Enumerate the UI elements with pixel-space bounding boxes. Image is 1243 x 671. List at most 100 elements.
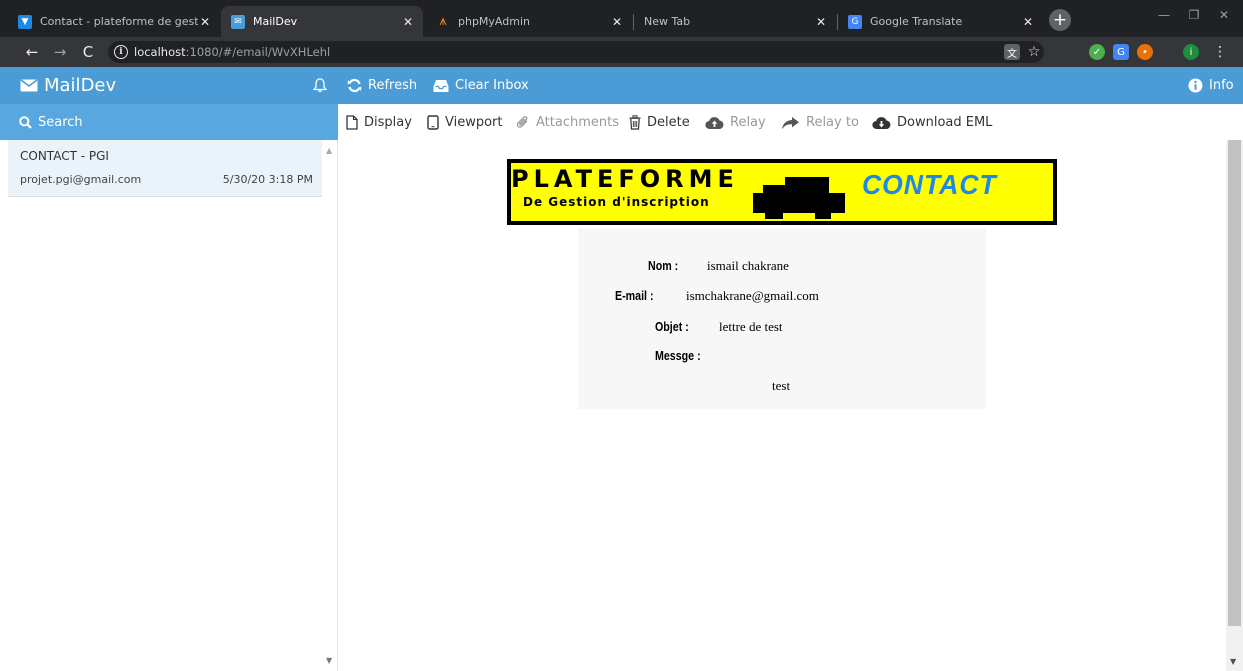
profile-avatar[interactable]: i: [1183, 44, 1199, 60]
banner-title: PLATEFORME: [511, 165, 739, 193]
nom-label: Nom :: [648, 258, 679, 273]
relay-label: Relay: [730, 115, 766, 130]
new-tab-button[interactable]: +: [1049, 9, 1071, 31]
maildev-envelope-icon: ✉: [231, 14, 245, 29]
display-button[interactable]: Display: [346, 115, 412, 130]
attachments-button[interactable]: Attachments: [516, 115, 619, 130]
brand-label: MailDev: [44, 75, 117, 96]
banner-subtitle: De Gestion d'inscription: [523, 195, 710, 209]
file-icon: [346, 115, 358, 130]
viewport-button[interactable]: Viewport: [427, 115, 503, 130]
shield-extension-icon[interactable]: ✓: [1089, 44, 1105, 60]
email-subject: CONTACT - PGI: [20, 149, 109, 163]
extension-icon[interactable]: •: [1137, 44, 1153, 60]
reload-icon[interactable]: C: [78, 42, 98, 62]
search-bar[interactable]: Search: [0, 104, 338, 140]
menu-kebab-icon[interactable]: ⋮: [1212, 44, 1228, 60]
relay-to-button[interactable]: Relay to: [781, 115, 859, 130]
window-close-icon[interactable]: ✕: [1210, 4, 1238, 26]
close-icon[interactable]: ✕: [198, 15, 212, 29]
relay-to-label: Relay to: [806, 115, 859, 130]
email-date: 5/30/20 3:18 PM: [222, 173, 313, 186]
share-arrow-icon: [782, 116, 799, 129]
info-icon: [1188, 78, 1203, 93]
url-path: :1080/#/email/WvXHLehl: [185, 45, 331, 59]
inbox-icon: [433, 79, 449, 92]
maildev-brand[interactable]: MailDev: [20, 75, 116, 96]
banner-contact: CONTACT: [862, 169, 997, 200]
address-bar[interactable]: i localhost:1080/#/email/WvXHLehl 文 ☆: [108, 41, 1044, 63]
objet-label: Objet :: [655, 319, 689, 334]
vertical-scrollbar[interactable]: ▼: [1226, 140, 1243, 671]
minimize-icon[interactable]: —: [1150, 4, 1178, 26]
redacted-logo-image: [753, 177, 845, 219]
email-label: E-mail :: [615, 288, 654, 303]
tablet-icon: [427, 115, 439, 130]
paperclip-icon: [516, 116, 528, 128]
cloud-upload-icon: [705, 116, 724, 129]
trash-icon: [629, 115, 641, 130]
restore-icon[interactable]: ❐: [1180, 4, 1208, 26]
attachments-label: Attachments: [536, 115, 619, 130]
clear-inbox-button[interactable]: Clear Inbox: [433, 78, 529, 93]
display-label: Display: [364, 115, 412, 130]
search-label: Search: [38, 114, 83, 130]
refresh-button[interactable]: Refresh: [347, 78, 417, 93]
scrollbar-thumb[interactable]: [1228, 140, 1241, 626]
close-icon[interactable]: ✕: [814, 15, 828, 29]
info-button[interactable]: Info: [1188, 78, 1234, 93]
scroll-down-arrow-icon[interactable]: ▼: [326, 656, 332, 665]
download-eml-label: Download EML: [897, 115, 993, 130]
email-list-item[interactable]: CONTACT - PGI projet.pgi@gmail.com 5/30/…: [8, 140, 322, 197]
envelope-icon: [20, 79, 38, 92]
scroll-down-arrow-icon[interactable]: ▼: [1230, 657, 1236, 666]
scroll-up-arrow-icon[interactable]: ▲: [326, 146, 332, 155]
site-info-icon[interactable]: i: [114, 45, 128, 59]
close-icon[interactable]: ✕: [401, 15, 415, 29]
google-translate-extension-icon[interactable]: G: [1113, 44, 1129, 60]
google-translate-icon: G: [848, 14, 862, 29]
refresh-label: Refresh: [368, 78, 418, 93]
plateforme-icon: ▼: [18, 14, 32, 29]
browser-toolbar: ← → C i localhost:1080/#/email/WvXHLehl …: [0, 37, 1243, 67]
tab-google-translate[interactable]: G Google Translate ✕: [838, 6, 1043, 37]
tab-maildev[interactable]: ✉ MailDev ✕: [221, 6, 423, 37]
cloud-download-icon: [872, 116, 891, 129]
browser-tab-strip: ▼ Contact - plateforme de gestio ✕ ✉ Mai…: [0, 0, 1243, 37]
info-label: Info: [1209, 78, 1234, 93]
email-viewer: PLATEFORME De Gestion d'inscription CONT…: [338, 140, 1243, 671]
tab-phpmyadmin[interactable]: ⩚ phpMyAdmin ✕: [426, 6, 632, 37]
tab-contact-plateforme[interactable]: ▼ Contact - plateforme de gestio ✕: [8, 6, 220, 37]
email-banner-inner: PLATEFORME De Gestion d'inscription CONT…: [511, 163, 1053, 221]
tab-new-tab[interactable]: New Tab ✕: [634, 6, 836, 37]
contact-details-card: Nom : ismail chakrane E-mail : ismchakra…: [578, 228, 986, 409]
tab-title: Google Translate: [870, 15, 963, 28]
url-text: localhost:1080/#/email/WvXHLehl: [134, 45, 330, 59]
message-label: Messge :: [655, 348, 701, 363]
email-list: CONTACT - PGI projet.pgi@gmail.com 5/30/…: [0, 140, 338, 671]
close-icon[interactable]: ✕: [610, 15, 624, 29]
tab-title: New Tab: [644, 15, 691, 28]
refresh-icon: [347, 78, 362, 93]
delete-label: Delete: [647, 115, 690, 130]
translate-page-icon[interactable]: 文: [1004, 44, 1020, 60]
email-actions-toolbar: Display Viewport Attachments Delete Rela…: [338, 104, 1243, 140]
tab-title: phpMyAdmin: [458, 15, 530, 28]
url-host: localhost: [134, 45, 186, 59]
back-arrow-icon[interactable]: ←: [22, 42, 42, 62]
email-sender: projet.pgi@gmail.com: [20, 173, 142, 186]
tab-title: MailDev: [253, 15, 298, 28]
clear-inbox-label: Clear Inbox: [455, 78, 529, 93]
forward-arrow-icon[interactable]: →: [50, 42, 70, 62]
delete-button[interactable]: Delete: [629, 115, 690, 130]
bell-icon[interactable]: [313, 78, 327, 93]
search-icon: [19, 115, 32, 129]
bookmark-star-icon[interactable]: ☆: [1026, 44, 1042, 60]
relay-button[interactable]: Relay: [705, 115, 766, 130]
objet-value: lettre de test: [719, 319, 783, 334]
download-eml-button[interactable]: Download EML: [872, 115, 992, 130]
maildev-header: MailDev Refresh Clear Inbox Info: [0, 67, 1243, 104]
viewport-label: Viewport: [445, 115, 503, 130]
email-value: ismchakrane@gmail.com: [686, 288, 819, 303]
close-icon[interactable]: ✕: [1021, 15, 1035, 29]
